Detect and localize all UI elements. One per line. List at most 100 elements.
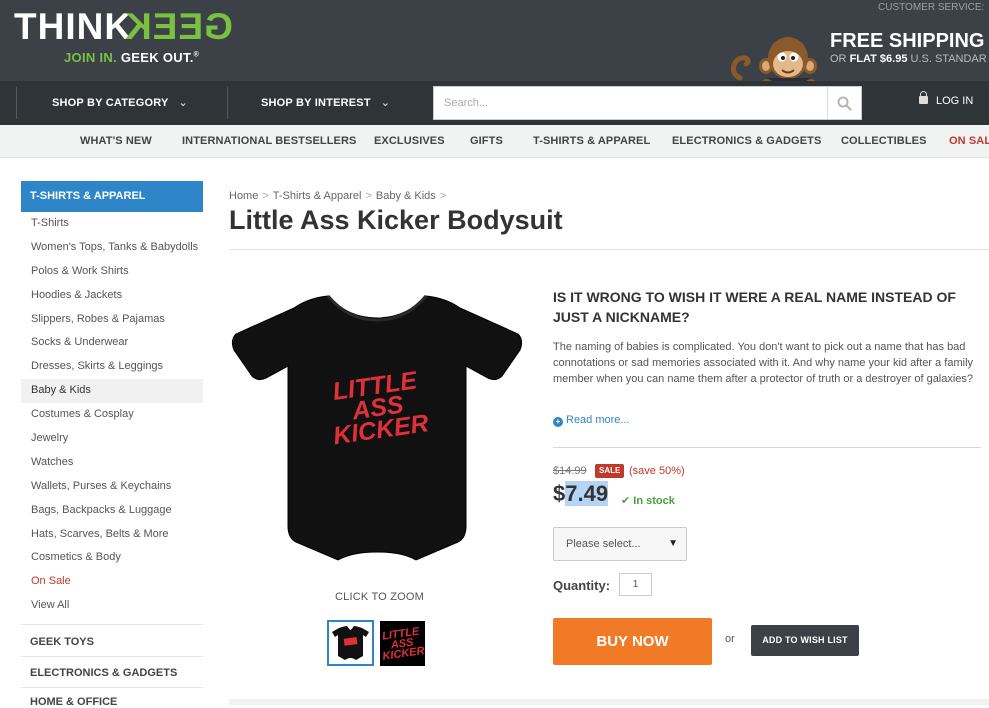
print-closeup-icon: LITTLE ASS KICKER xyxy=(381,625,425,663)
sidebar-group-geek-toys[interactable]: GEEK TOYS xyxy=(30,636,94,648)
price-value: 7.49 xyxy=(565,481,609,506)
buy-now-button[interactable]: BUY NOW xyxy=(553,618,712,665)
read-more-label: Read more... xyxy=(566,414,630,426)
sidebar-divider xyxy=(21,624,203,625)
category-international-bestsellers[interactable]: INTERNATIONAL BESTSELLERS xyxy=(182,125,356,158)
flat-amount: FLAT $6.95 xyxy=(849,53,908,65)
product-description: The naming of babies is complicated. You… xyxy=(553,341,974,385)
tagline-green: JOIN IN. xyxy=(64,50,117,65)
chevron-down-icon: ⌄ xyxy=(380,97,391,109)
login-link[interactable]: LOG IN xyxy=(919,91,974,107)
category-collectibles[interactable]: COLLECTIBLES xyxy=(841,125,927,158)
stock-label: In stock xyxy=(633,495,675,507)
info-circle-icon: + xyxy=(553,417,563,427)
shop-by-category-button[interactable]: SHOP BY CATEGORY ⌄ xyxy=(52,81,188,125)
sidebar-item-socks[interactable]: Socks & Underwear xyxy=(21,331,203,355)
sidebar-heading[interactable]: T-SHIRTS & APPAREL xyxy=(21,181,203,212)
flat-prefix: OR xyxy=(830,53,847,65)
sidebar-item-wallets[interactable]: Wallets, Purses & Keychains xyxy=(21,475,203,499)
tagline: JOIN IN. GEEK OUT.® xyxy=(64,50,199,65)
flat-shipping-note: OR FLAT $6.95 U.S. STANDAR xyxy=(830,53,987,65)
sale-badge: SALE xyxy=(595,464,625,478)
sidebar-group-electronics[interactable]: ELECTRONICS & GADGETS xyxy=(30,667,177,679)
lock-icon xyxy=(919,91,928,104)
dropdown-arrow-icon: ▼ xyxy=(668,538,678,549)
add-to-wishlist-button[interactable]: ADD TO WISH LIST xyxy=(751,625,859,656)
search-box xyxy=(433,86,862,120)
sidebar-item-womens-tops[interactable]: Women's Tops, Tanks & Babydolls xyxy=(21,236,203,260)
chevron-down-icon: ⌄ xyxy=(178,97,188,109)
site-header: THINK GEEK JOIN IN. GEEK OUT.® CUSTOMER … xyxy=(0,0,989,90)
sidebar-item-tshirts[interactable]: T-Shirts xyxy=(21,212,203,236)
title-divider xyxy=(229,249,989,250)
search-button[interactable] xyxy=(827,87,861,119)
read-more-link[interactable]: + Read more... xyxy=(553,414,630,427)
search-icon xyxy=(837,96,852,111)
stock-status: ✔ In stock xyxy=(621,494,675,507)
quantity-input[interactable]: 1 xyxy=(619,573,652,596)
sidebar-group-home-office[interactable]: HOME & OFFICE xyxy=(30,696,117,708)
breadcrumb-separator: > xyxy=(439,190,447,202)
thumb-print-kicker: KICKER xyxy=(382,645,425,663)
category-tshirts-apparel[interactable]: T-SHIRTS & APPAREL xyxy=(533,125,650,158)
sidebar-item-bags[interactable]: Bags, Backpacks & Luggage xyxy=(21,499,203,523)
product-headline: IS IT WRONG TO WISH IT WERE A REAL NAME … xyxy=(553,289,956,325)
section-strip xyxy=(229,699,989,705)
original-price: $14.99 xyxy=(553,465,587,477)
flat-suffix: U.S. STANDAR xyxy=(910,53,987,65)
breadcrumb-separator: > xyxy=(365,190,372,202)
logo-geek[interactable]: GEEK xyxy=(124,6,233,48)
breadcrumb-tshirts[interactable]: T-Shirts & Apparel xyxy=(273,190,362,202)
category-whats-new[interactable]: WHAT'S NEW xyxy=(80,125,152,158)
search-input[interactable] xyxy=(434,87,827,119)
current-price: $7.49 xyxy=(553,481,609,507)
logo-think[interactable]: THINK xyxy=(14,6,132,48)
category-electronics-gadgets[interactable]: ELECTRONICS & GADGETS xyxy=(672,125,821,158)
checkmark-icon: ✔ xyxy=(621,495,631,507)
category-exclusives[interactable]: EXCLUSIVES xyxy=(374,125,445,158)
breadcrumb-separator: > xyxy=(262,190,269,202)
sidebar-item-polos[interactable]: Polos & Work Shirts xyxy=(21,260,203,284)
product-image[interactable]: LITTLE ASS KICKER xyxy=(230,290,524,580)
sidebar-list: T-Shirts Women's Tops, Tanks & Babydolls… xyxy=(21,212,203,618)
nav-divider xyxy=(227,87,228,119)
sidebar-item-jewelry[interactable]: Jewelry xyxy=(21,427,203,451)
category-strip: WHAT'S NEW INTERNATIONAL BESTSELLERS EXC… xyxy=(0,125,989,158)
login-label: LOG IN xyxy=(936,95,974,107)
product-thumbnail-1[interactable] xyxy=(327,620,374,666)
breadcrumb-home[interactable]: Home xyxy=(229,190,258,202)
sidebar-item-baby-kids[interactable]: Baby & Kids xyxy=(21,379,203,404)
sidebar-item-dresses[interactable]: Dresses, Skirts & Leggings xyxy=(21,355,203,379)
shop-by-category-label: SHOP BY CATEGORY xyxy=(52,97,169,109)
size-select-value: Please select... xyxy=(566,538,641,550)
details-divider xyxy=(553,447,981,448)
breadcrumb-baby-kids[interactable]: Baby & Kids xyxy=(376,190,436,202)
category-on-sale[interactable]: ON SAL xyxy=(949,125,989,158)
or-label: or xyxy=(725,633,735,645)
sidebar-divider xyxy=(21,687,203,688)
shop-by-interest-label: SHOP BY INTEREST xyxy=(261,97,371,109)
size-select[interactable]: Please select... ▼ xyxy=(553,527,687,561)
quantity-label: Quantity: xyxy=(553,578,611,593)
customer-service-label[interactable]: CUSTOMER SERVICE: xyxy=(878,2,984,13)
sidebar-item-slippers[interactable]: Slippers, Robes & Pajamas xyxy=(21,308,203,332)
sidebar-item-hats[interactable]: Hats, Scarves, Belts & More xyxy=(21,523,203,547)
sidebar-item-hoodies[interactable]: Hoodies & Jackets xyxy=(21,284,203,308)
product-thumbnail-2[interactable]: LITTLE ASS KICKER xyxy=(380,621,425,666)
nav-divider xyxy=(16,87,17,119)
shop-by-interest-button[interactable]: SHOP BY INTEREST ⌄ xyxy=(261,81,390,125)
breadcrumb: Home > T-Shirts & Apparel > Baby & Kids > xyxy=(229,190,450,202)
sidebar-divider xyxy=(21,656,203,657)
tagline-white: GEEK OUT. xyxy=(120,50,194,65)
sidebar-item-view-all[interactable]: View All xyxy=(21,594,203,618)
click-to-zoom-label[interactable]: CLICK TO ZOOM xyxy=(335,591,424,603)
sidebar-item-on-sale[interactable]: On Sale xyxy=(21,570,203,594)
sidebar-item-watches[interactable]: Watches xyxy=(21,451,203,475)
tagline-trademark: ® xyxy=(193,51,200,59)
category-gifts[interactable]: GIFTS xyxy=(470,125,503,158)
price-currency: $ xyxy=(553,481,566,506)
sidebar-item-costumes[interactable]: Costumes & Cosplay xyxy=(21,403,203,427)
sidebar-item-cosmetics[interactable]: Cosmetics & Body xyxy=(21,546,203,570)
product-title: Little Ass Kicker Bodysuit xyxy=(229,205,563,235)
free-shipping-banner[interactable]: FREE SHIPPING O xyxy=(830,30,989,53)
